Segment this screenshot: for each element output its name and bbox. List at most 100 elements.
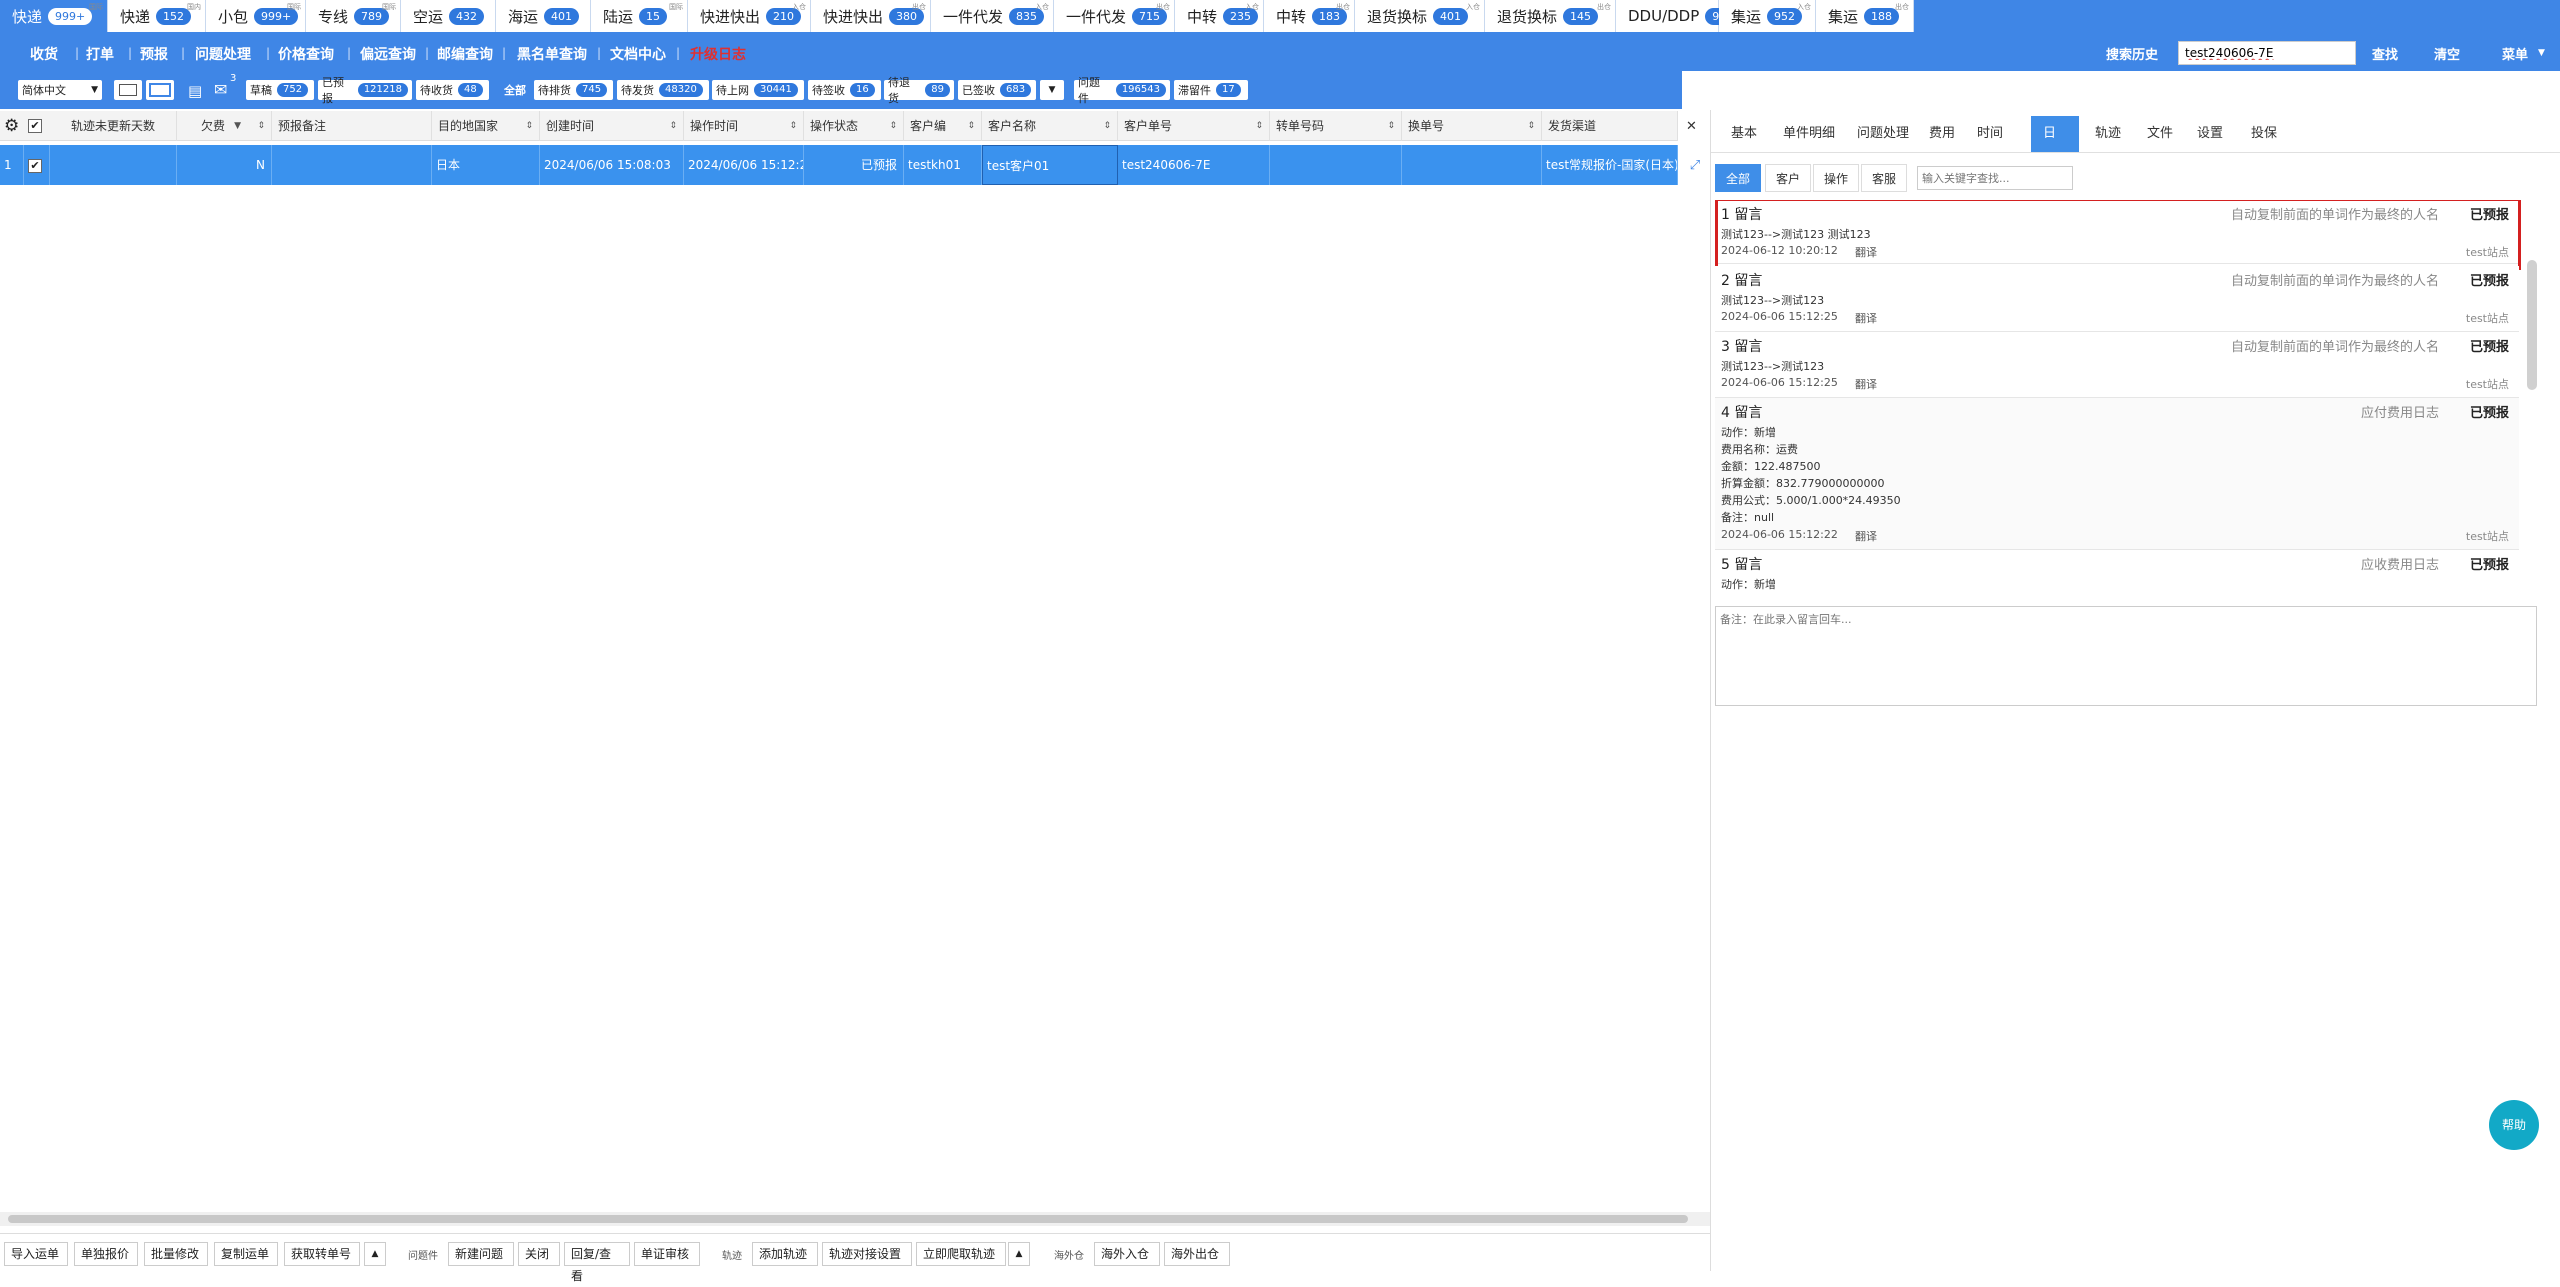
top-tab[interactable]: 快进快出 210 入仓 (688, 0, 811, 32)
tab-insurance[interactable]: 投保 (2239, 116, 2289, 152)
filter-to-online[interactable]: 待上网 30441 (712, 80, 804, 100)
menu-button[interactable]: 菜单 (2502, 44, 2528, 63)
search-history-link[interactable]: 搜索历史 (2106, 44, 2158, 63)
top-tab[interactable]: 一件代发 715 出仓 (1054, 0, 1175, 32)
col-track-days[interactable]: 轨迹未更新天数 (50, 111, 177, 141)
top-tab[interactable]: 一件代发 835 入仓 (931, 0, 1054, 32)
col-operated[interactable]: 操作时间 ⇕ (684, 111, 804, 141)
sort-icon[interactable]: ⇕ (889, 111, 897, 141)
filter-detained-items[interactable]: 滞留件 17 (1174, 80, 1248, 100)
subtab-customer[interactable]: 客户 (1765, 164, 1812, 192)
top-tab[interactable]: 陆运 15 国际 (591, 0, 688, 32)
translate-link[interactable]: 翻译 (1855, 528, 1877, 544)
sort-icon[interactable]: ⇕ (967, 111, 975, 141)
filter-forecasted[interactable]: 已预报 121218 (318, 76, 412, 105)
menu-blacklist-query[interactable]: 黑名单查询 (517, 44, 587, 64)
sort-icon[interactable]: ⇕ (525, 111, 533, 141)
close-problem-button[interactable]: 关闭 (518, 1242, 560, 1266)
filter-signed[interactable]: 已签收 683 (958, 80, 1036, 100)
import-waybill-button[interactable]: 导入运单 (4, 1242, 68, 1266)
top-tab[interactable]: 快递 152 国内 (108, 0, 206, 32)
chevron-up-icon[interactable]: ▲ (1008, 1242, 1030, 1266)
menu-remote-query[interactable]: 偏远查询 (360, 44, 416, 64)
menu-postcode-query[interactable]: 邮编查询 (437, 44, 493, 64)
track-docking-settings-button[interactable]: 轨迹对接设置 (822, 1242, 912, 1266)
top-tab[interactable]: 快进快出 380 出仓 (811, 0, 931, 32)
sort-icon[interactable]: ⇕ (1255, 111, 1263, 141)
translate-link[interactable]: 翻译 (1855, 376, 1877, 392)
log-scrollbar[interactable] (2527, 260, 2537, 390)
subtab-operation[interactable]: 操作 (1813, 164, 1860, 192)
translate-link[interactable]: 翻译 (1855, 310, 1877, 326)
col-change-no[interactable]: 换单号 ⇕ (1402, 111, 1542, 141)
select-all-checkbox[interactable]: ✔ (28, 119, 42, 133)
tab-log[interactable]: 日志 (2031, 116, 2079, 177)
col-status[interactable]: 操作状态 ⇕ (804, 111, 904, 141)
top-tab[interactable]: 海运 401 (496, 0, 591, 32)
status-dropdown-icon[interactable]: ▼ (1040, 80, 1064, 100)
top-tab[interactable]: 快递 999+ 国际 (0, 0, 108, 32)
top-tab[interactable]: 小包 999+ 国际 (206, 0, 306, 32)
col-owed[interactable]: 欠费 ▼ ⇕ (177, 111, 272, 141)
row-checkbox[interactable]: ✔ (28, 159, 42, 173)
cell-cust-name[interactable]: test客户01 (982, 145, 1118, 185)
menu-price-query[interactable]: 价格查询 (278, 44, 334, 64)
comment-input[interactable] (1715, 606, 2537, 706)
tab-track[interactable]: 轨迹 (2083, 116, 2133, 152)
subtab-all[interactable]: 全部 (1715, 164, 1762, 192)
chevron-up-icon[interactable]: ▲ (364, 1242, 386, 1266)
table-row[interactable]: 1 ✔ N 日本 2024/06/06 15:08:03 2024/06/06 … (0, 145, 1704, 185)
crawl-track-button[interactable]: 立即爬取轨迹 (916, 1242, 1006, 1266)
sort-icon[interactable]: ⇕ (789, 111, 797, 141)
document-icon[interactable]: ▤ (188, 82, 202, 100)
tab-time[interactable]: 时间 (1965, 116, 2015, 152)
tab-file[interactable]: 文件 (2135, 116, 2185, 152)
close-icon[interactable]: ✕ (1686, 119, 1697, 134)
search-button[interactable]: 查找 (2372, 44, 2398, 63)
sort-icon[interactable]: ⇕ (1103, 111, 1111, 141)
filter-to-arrange[interactable]: 待排货 745 (534, 80, 613, 100)
top-tab[interactable]: 集运 952 入仓 (1719, 0, 1816, 32)
filter-all[interactable]: 全部 (500, 80, 530, 100)
tab-piece-detail[interactable]: 单件明细 (1771, 116, 1847, 152)
filter-draft[interactable]: 草稿 752 (246, 80, 314, 100)
sort-icon[interactable]: ⇕ (1387, 111, 1395, 141)
top-tab[interactable]: 中转 235 入仓 (1175, 0, 1264, 32)
tab-fee[interactable]: 费用 (1917, 116, 1967, 152)
clear-button[interactable]: 清空 (2434, 44, 2460, 63)
filter-to-ship[interactable]: 待发货 48320 (617, 80, 709, 100)
language-select[interactable]: 简体中文 ▼ (18, 80, 102, 100)
sort-icon[interactable]: ⇕ (257, 111, 265, 141)
batch-edit-button[interactable]: 批量修改 (144, 1242, 208, 1266)
menu-print[interactable]: 打单 (86, 44, 114, 64)
top-tab[interactable]: DDU/DDP95 (1616, 0, 1734, 32)
menu-receive[interactable]: 收货 (30, 44, 58, 64)
overseas-inbound-button[interactable]: 海外入仓 (1094, 1242, 1160, 1266)
col-channel[interactable]: 发货渠道 (1542, 111, 1678, 141)
single-quote-button[interactable]: 单独报价 (74, 1242, 138, 1266)
col-transfer-no[interactable]: 转单号码 ⇕ (1270, 111, 1402, 141)
filter-to-receive[interactable]: 待收货 48 (416, 80, 489, 100)
filter-to-sign[interactable]: 待签收 16 (808, 80, 881, 100)
scrollbar-thumb[interactable] (8, 1215, 1688, 1223)
document-review-button[interactable]: 单证审核 (634, 1242, 700, 1266)
menu-forecast[interactable]: 预报 (140, 44, 168, 64)
col-cust-name[interactable]: 客户名称 ⇕ (982, 111, 1118, 141)
expand-icon[interactable]: ⤢ (1686, 157, 1704, 175)
menu-upgrade-log[interactable]: 升级日志 (690, 44, 746, 64)
tab-basic[interactable]: 基本 (1719, 116, 1769, 152)
menu-dropdown-icon[interactable]: ▼ (2538, 48, 2545, 58)
col-created[interactable]: 创建时间 ⇕ (540, 111, 684, 141)
help-button[interactable]: 帮助 (2489, 1100, 2539, 1150)
tab-problem[interactable]: 问题处理 (1845, 116, 1921, 152)
layout-split-icon[interactable] (146, 80, 174, 100)
top-tab[interactable]: 专线 789 国际 (306, 0, 401, 32)
copy-waybill-button[interactable]: 复制运单 (214, 1242, 278, 1266)
add-track-button[interactable]: 添加轨迹 (752, 1242, 818, 1266)
tab-settings[interactable]: 设置 (2185, 116, 2235, 152)
col-country[interactable]: 目的地国家 ⇕ (432, 111, 540, 141)
reply-view-button[interactable]: 回复/查看 (564, 1242, 630, 1283)
top-tab[interactable]: 中转 183 出仓 (1264, 0, 1355, 32)
col-cust-no[interactable]: 客户单号 ⇕ (1118, 111, 1270, 141)
top-tab[interactable]: 空运 432 (401, 0, 496, 32)
